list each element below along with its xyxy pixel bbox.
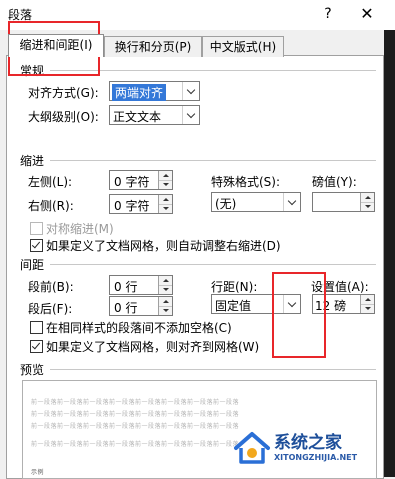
space-after-value: 0 行 [114,301,138,315]
spin-down-icon[interactable] [159,306,172,315]
spin-down-icon[interactable] [159,204,172,213]
outline-level-label: 大纲级别(O): [28,110,99,124]
no-space-same-style-checkbox[interactable] [30,321,43,334]
checkmark-icon [31,239,41,249]
space-after-spinner[interactable]: 0 行 [109,296,173,316]
help-button[interactable]: ? [318,4,338,24]
space-after-label: 段后(F): [28,302,73,316]
preview-text-line: 前一段落前一段落前一段落前一段落前一段落前一段落前一段落前一段落 [31,423,240,430]
spacing-at-spinner[interactable]: 12 磅 [312,294,375,314]
chevron-down-icon[interactable] [182,106,199,124]
alignment-label: 对齐方式(G): [28,86,99,100]
title-bar: 段落 ? ✕ [0,0,395,30]
preview-sample-word: 示例 [31,469,45,476]
line-spacing-value: 固定值 [215,299,252,313]
snap-to-grid-label: 如果定义了文档网格，则对齐到网格(W) [46,340,260,354]
space-before-spinner[interactable]: 0 行 [109,275,173,295]
alignment-value: 两端对齐 [112,84,167,101]
general-section-title: 常规 [20,64,45,78]
chevron-down-icon[interactable] [182,82,199,100]
right-indent-label: 右侧(R): [28,199,74,213]
spin-down-icon[interactable] [361,304,374,313]
no-space-same-style-label: 在相同样式的段落间不添加空格(C) [46,321,232,335]
line-spacing-label: 行距(N): [211,280,258,294]
mirror-indents-checkbox[interactable] [30,222,43,235]
space-before-value: 0 行 [114,280,138,294]
watermark-logo: 系统之家 XITONGZHIJIA.NET [228,426,378,470]
mirror-indents-label: 对称缩进(M) [46,222,114,236]
chevron-down-icon[interactable] [283,295,300,313]
outline-level-value: 正文文本 [113,110,162,124]
indent-divider [50,160,376,161]
tab-line-page-breaks[interactable]: 换行和分页(P) [104,36,202,57]
chevron-down-icon[interactable] [283,193,300,211]
line-spacing-select[interactable]: 固定值 [211,294,301,314]
snap-to-grid-checkbox[interactable] [30,340,43,353]
indent-section-title: 缩进 [20,154,45,168]
special-indent-value: (无) [215,197,237,211]
window-title: 段落 [8,8,33,22]
spacing-section-title: 间距 [20,258,45,272]
checkmark-icon [31,340,41,350]
left-indent-label: 左侧(L): [28,175,73,189]
left-indent-spinner[interactable]: 0 字符 [109,170,173,190]
watermark-text: 系统之家 [274,433,342,453]
preview-text-line: 前一段落前一段落前一段落前一段落前一段落前一段落前一段落前一段落 [31,411,240,418]
outline-level-select[interactable]: 正文文本 [109,105,200,125]
special-indent-label: 特殊格式(S): [211,175,281,189]
spacing-divider [50,264,376,265]
spacing-at-value: 12 磅 [315,299,347,313]
preview-text-line: 前一段落前一段落前一段落前一段落前一段落前一段落前一段落前一段落 [31,441,240,448]
spin-down-icon[interactable] [159,180,172,189]
spacing-at-label: 设置值(A): [311,280,369,294]
preview-divider [50,369,376,370]
general-divider [50,70,376,71]
auto-adjust-right-indent-checkbox[interactable] [30,239,43,252]
preview-text-line: 前一段落前一段落前一段落前一段落前一段落前一段落前一段落前一段落 [31,399,240,406]
watermark-url: XITONGZHIJIA.NET [274,453,358,462]
right-indent-value: 0 字符 [114,199,150,213]
left-indent-value: 0 字符 [114,175,150,189]
house-logo-icon [234,432,270,464]
indent-by-spinner[interactable] [312,192,375,212]
background-window-strip [384,30,395,477]
preview-section-title: 预览 [20,363,45,377]
space-before-label: 段前(B): [28,280,74,294]
right-indent-spinner[interactable]: 0 字符 [109,194,173,214]
special-indent-select[interactable]: (无) [211,192,301,212]
auto-adjust-right-indent-label: 如果定义了文档网格，则自动调整右缩进(D) [46,239,281,253]
close-button[interactable]: ✕ [356,4,378,24]
tab-indent-spacing[interactable]: 缩进和间距(I) [8,34,104,57]
tab-asian-typography[interactable]: 中文版式(H) [202,36,284,57]
alignment-select[interactable]: 两端对齐 [109,81,200,101]
spin-down-icon[interactable] [361,202,374,211]
spin-down-icon[interactable] [159,285,172,294]
indent-by-label: 磅值(Y): [312,175,357,189]
